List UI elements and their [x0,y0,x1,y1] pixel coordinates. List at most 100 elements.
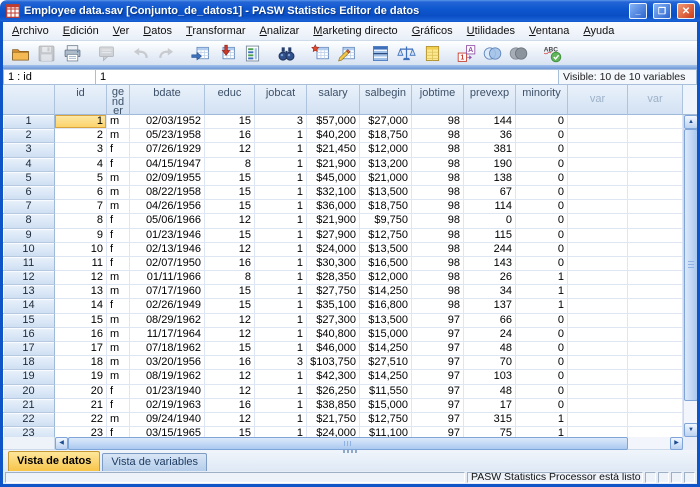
cell-r21-jobcat[interactable]: 1 [255,399,307,413]
row-header-21[interactable]: 21 [3,399,55,413]
cell-r8-gender[interactable]: f [107,214,130,228]
cell-r4-jobtime[interactable]: 98 [412,158,464,172]
cell-r17-minority[interactable]: 0 [516,342,568,356]
cell-r5-var[interactable] [628,172,683,186]
cell-r5-bdate[interactable]: 02/09/1955 [130,172,205,186]
cell-r14-gender[interactable]: f [107,299,130,313]
cell-r1-jobcat[interactable]: 3 [255,115,307,129]
cell-r10-jobcat[interactable]: 1 [255,243,307,257]
cell-r9-jobtime[interactable]: 98 [412,229,464,243]
cell-r4-gender[interactable]: f [107,158,130,172]
cell-r10-jobtime[interactable]: 98 [412,243,464,257]
maximize-button[interactable]: ❐ [653,3,671,19]
cell-r11-minority[interactable]: 0 [516,257,568,271]
cell-r2-var[interactable] [568,129,628,143]
cell-r7-minority[interactable]: 0 [516,200,568,214]
scroll-right-icon[interactable]: ▶ [670,437,683,450]
cell-r17-salbegin[interactable]: $14,250 [360,342,412,356]
cell-r7-var[interactable] [568,200,628,214]
cell-r13-salbegin[interactable]: $14,250 [360,285,412,299]
cell-r15-var[interactable] [568,314,628,328]
cell-r13-var[interactable] [628,285,683,299]
row-header-7[interactable]: 7 [3,200,55,214]
column-header-educ[interactable]: educ [205,85,255,115]
cell-r15-educ[interactable]: 12 [205,314,255,328]
cell-r4-salbegin[interactable]: $13,200 [360,158,412,172]
cell-r12-jobcat[interactable]: 1 [255,271,307,285]
row-header-12[interactable]: 12 [3,271,55,285]
cell-r12-salbegin[interactable]: $12,000 [360,271,412,285]
split-file-button[interactable] [367,42,393,65]
cell-r20-var[interactable] [628,385,683,399]
cell-r13-jobcat[interactable]: 1 [255,285,307,299]
variables-button[interactable] [239,42,265,65]
row-header-1[interactable]: 1 [3,115,55,129]
cell-r17-jobcat[interactable]: 1 [255,342,307,356]
cell-r3-jobcat[interactable]: 1 [255,143,307,157]
cell-r18-bdate[interactable]: 03/20/1956 [130,356,205,370]
vertical-scroll-thumb[interactable] [684,129,697,401]
scroll-left-icon[interactable]: ◀ [55,437,68,450]
cell-r2-id[interactable]: 2 [55,129,107,143]
cell-r22-bdate[interactable]: 09/24/1940 [130,413,205,427]
cell-r16-gender[interactable]: m [107,328,130,342]
cell-r13-minority[interactable]: 1 [516,285,568,299]
show-all-variables-button[interactable] [505,42,531,65]
column-header-salbegin[interactable]: salbegin [360,85,412,115]
cell-r6-salary[interactable]: $32,100 [307,186,360,200]
cell-r10-var[interactable] [628,243,683,257]
cell-r3-id[interactable]: 3 [55,143,107,157]
cell-r11-salbegin[interactable]: $16,500 [360,257,412,271]
cell-r17-var[interactable] [568,342,628,356]
cell-r9-minority[interactable]: 0 [516,229,568,243]
cell-r8-var[interactable] [568,214,628,228]
open-data-button[interactable] [7,42,33,65]
menu-item-edicion[interactable]: Edición [56,23,106,40]
row-header-11[interactable]: 11 [3,257,55,271]
cell-r20-bdate[interactable]: 01/23/1940 [130,385,205,399]
cell-r7-bdate[interactable]: 04/26/1956 [130,200,205,214]
cell-r23-salary[interactable]: $24,000 [307,427,360,437]
menu-item-datos[interactable]: Datos [136,23,179,40]
cell-r1-jobtime[interactable]: 98 [412,115,464,129]
cell-r16-var[interactable] [568,328,628,342]
cell-r3-salbegin[interactable]: $12,000 [360,143,412,157]
cell-r10-salary[interactable]: $24,000 [307,243,360,257]
cell-r7-prevexp[interactable]: 114 [464,200,516,214]
cell-r4-minority[interactable]: 0 [516,158,568,172]
cell-r7-gender[interactable]: m [107,200,130,214]
cell-r6-jobcat[interactable]: 1 [255,186,307,200]
cell-r1-prevexp[interactable]: 144 [464,115,516,129]
cell-r12-salary[interactable]: $28,350 [307,271,360,285]
cell-r14-prevexp[interactable]: 137 [464,299,516,313]
cell-r19-var[interactable] [568,370,628,384]
row-header-5[interactable]: 5 [3,172,55,186]
column-header-gender[interactable]: gender [107,85,130,115]
cell-r18-educ[interactable]: 16 [205,356,255,370]
cell-r20-id[interactable]: 20 [55,385,107,399]
cell-r5-educ[interactable]: 15 [205,172,255,186]
cell-r19-educ[interactable]: 12 [205,370,255,384]
cell-r2-salary[interactable]: $40,200 [307,129,360,143]
cell-r20-prevexp[interactable]: 48 [464,385,516,399]
cell-r14-var[interactable] [628,299,683,313]
cell-r6-var[interactable] [568,186,628,200]
cell-r9-salbegin[interactable]: $12,750 [360,229,412,243]
cell-r2-gender[interactable]: m [107,129,130,143]
cell-r3-gender[interactable]: f [107,143,130,157]
cell-r16-salary[interactable]: $40,800 [307,328,360,342]
cell-r19-salary[interactable]: $42,300 [307,370,360,384]
cell-r17-jobtime[interactable]: 97 [412,342,464,356]
cell-r8-jobtime[interactable]: 98 [412,214,464,228]
cell-r22-var[interactable] [628,413,683,427]
cell-r20-gender[interactable]: f [107,385,130,399]
cell-r7-salary[interactable]: $36,000 [307,200,360,214]
row-header-3[interactable]: 3 [3,143,55,157]
cell-r16-jobcat[interactable]: 1 [255,328,307,342]
cell-r12-minority[interactable]: 1 [516,271,568,285]
cell-r9-educ[interactable]: 15 [205,229,255,243]
cell-r8-salary[interactable]: $21,900 [307,214,360,228]
cell-r23-minority[interactable]: 1 [516,427,568,437]
cell-r1-id[interactable]: 1 [55,115,107,129]
cell-r8-bdate[interactable]: 05/06/1966 [130,214,205,228]
